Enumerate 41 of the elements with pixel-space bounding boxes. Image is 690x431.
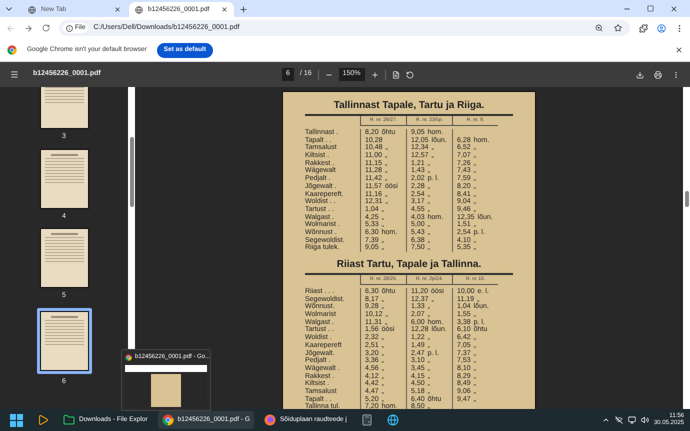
new-tab-icon[interactable] xyxy=(239,5,248,14)
extensions-icon[interactable] xyxy=(639,24,648,32)
close-icon[interactable] xyxy=(670,5,678,13)
timetable-title: Riiast Tartu, Tapale ja Tallinna. xyxy=(336,259,482,271)
page-scrollbar[interactable] xyxy=(683,87,690,409)
globe-icon xyxy=(386,414,399,426)
chrome-logo-icon xyxy=(162,414,174,426)
display-icon[interactable] xyxy=(628,416,636,424)
rotate-icon[interactable] xyxy=(406,70,414,78)
forward-icon[interactable] xyxy=(24,24,33,32)
close-icon[interactable] xyxy=(675,46,683,54)
firefox-icon xyxy=(264,414,276,426)
zoom-in-icon[interactable] xyxy=(370,70,378,78)
page-thumbnail[interactable] xyxy=(36,308,92,374)
profile-icon[interactable] xyxy=(657,24,666,32)
page-thumbnail[interactable] xyxy=(40,148,88,208)
close-icon[interactable] xyxy=(221,6,228,13)
windows-start-icon xyxy=(10,414,23,426)
bookmark-star-icon[interactable] xyxy=(614,24,622,32)
tray-expand-icon[interactable] xyxy=(602,416,610,424)
folder-icon xyxy=(63,414,75,426)
media-player-icon xyxy=(37,414,49,426)
fit-page-icon[interactable] xyxy=(392,70,400,78)
calculator-icon xyxy=(360,414,373,426)
menu-icon[interactable] xyxy=(10,70,19,79)
chrome-logo-icon xyxy=(7,45,17,55)
download-icon[interactable] xyxy=(636,70,644,78)
globe-icon xyxy=(135,6,143,14)
print-icon[interactable] xyxy=(654,70,662,78)
volume-icon[interactable] xyxy=(640,416,649,424)
globe-icon xyxy=(28,6,36,14)
chrome-logo-icon xyxy=(125,354,132,361)
network-icon[interactable] xyxy=(614,416,623,424)
info-icon xyxy=(66,24,73,32)
page-thumbnail[interactable] xyxy=(40,228,88,288)
timetable-title: Tallinnast Tapale, Tartu ja Riiga. xyxy=(332,100,486,112)
reload-icon[interactable] xyxy=(42,24,50,32)
page-thumbnail[interactable] xyxy=(40,87,88,129)
close-icon[interactable] xyxy=(114,6,121,13)
zoom-icon[interactable] xyxy=(595,24,603,32)
maximize-icon[interactable] xyxy=(647,5,654,12)
